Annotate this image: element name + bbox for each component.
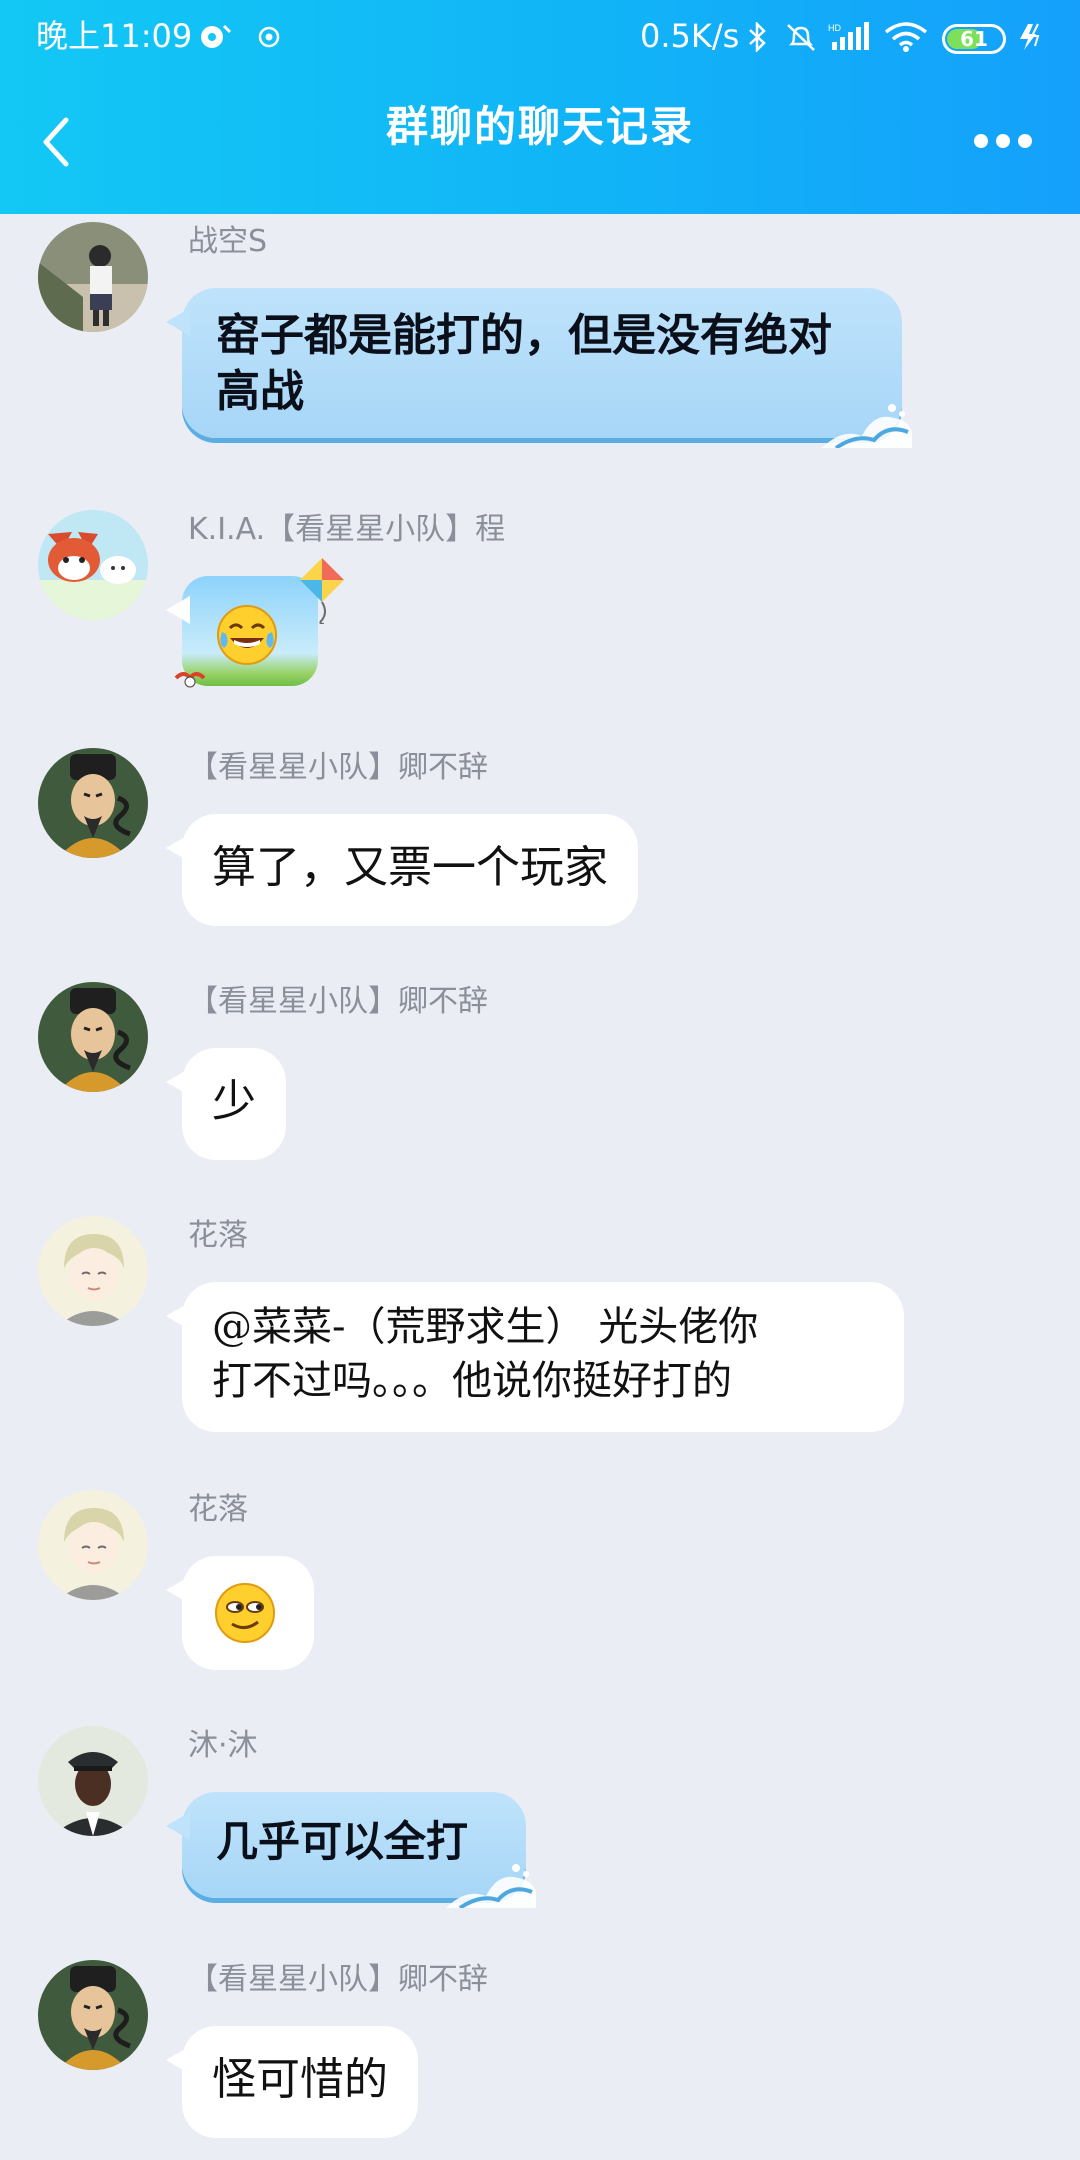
message-text: @菜菜-（荒野求生） 光头佬你 bbox=[212, 1304, 759, 1350]
message-bubble[interactable]: 窑子都是能打的，但是没有绝对 高战 bbox=[166, 288, 912, 448]
avatar[interactable] bbox=[38, 982, 148, 1092]
battery-indicator: 61 bbox=[942, 24, 1006, 54]
message-bubble[interactable]: 少 bbox=[166, 1048, 286, 1160]
sender-name: 【看星星小队】卿不辞 bbox=[188, 750, 488, 785]
message-text: 窑子都是能打的，但是没有绝对 bbox=[216, 310, 832, 361]
message-item: 沐·沐 几乎可以全打 bbox=[0, 1726, 1080, 1916]
child-photo-avatar bbox=[38, 222, 148, 332]
message-bubble[interactable] bbox=[166, 558, 344, 688]
wave-decoration-icon bbox=[446, 1864, 536, 1908]
message-text: 打不过吗。。。他说你挺好打的 bbox=[212, 1358, 732, 1404]
sender-name: 花落 bbox=[188, 1218, 248, 1253]
avatar[interactable] bbox=[38, 1960, 148, 2070]
sender-name: 战空S bbox=[188, 224, 268, 259]
wifi-icon bbox=[884, 22, 928, 52]
sender-name: 【看星星小队】卿不辞 bbox=[188, 1962, 488, 1997]
message-text: 少 bbox=[212, 1076, 256, 1127]
sender-name: K.I.A.【看星星小队】程 bbox=[188, 512, 506, 547]
more-dot bbox=[996, 134, 1010, 148]
avatar[interactable] bbox=[38, 1726, 148, 1836]
location-icon bbox=[258, 26, 280, 48]
bird-decoration-icon bbox=[174, 672, 206, 688]
message-item: 【看星星小队】卿不辞 算了，又票一个玩家 bbox=[0, 748, 1080, 938]
ancient-official-avatar bbox=[38, 1960, 148, 2070]
smirk-emoji bbox=[214, 1582, 276, 1644]
avatar[interactable] bbox=[38, 1216, 148, 1326]
notification-icon bbox=[201, 24, 232, 48]
page-title: 群聊的聊天记录 bbox=[385, 102, 694, 151]
avatar[interactable] bbox=[38, 222, 148, 332]
message-text: 怪可惜的 bbox=[212, 2054, 388, 2105]
message-text: 高战 bbox=[216, 366, 304, 417]
message-item: K.I.A.【看星星小队】程 bbox=[0, 510, 1080, 710]
red-panda-cartoon-avatar bbox=[38, 510, 148, 620]
sender-name: 花落 bbox=[188, 1492, 248, 1527]
status-time: 晚上11:09 bbox=[36, 17, 193, 55]
message-item: 【看星星小队】卿不辞 怪可惜的 bbox=[0, 1960, 1080, 2150]
network-speed: 0.5K/s bbox=[640, 17, 740, 55]
sender-name: 沐·沐 bbox=[188, 1728, 258, 1763]
wave-decoration-icon bbox=[822, 404, 912, 448]
svg-text:HD: HD bbox=[828, 23, 841, 33]
avatar[interactable] bbox=[38, 748, 148, 858]
message-item: 【看星星小队】卿不辞 少 bbox=[0, 982, 1080, 1172]
avatar[interactable] bbox=[38, 510, 148, 620]
ancient-official-avatar bbox=[38, 748, 148, 858]
signal-icon: HD bbox=[828, 22, 869, 50]
charging-icon bbox=[1020, 23, 1040, 50]
anime-boy-avatar bbox=[38, 1490, 148, 1600]
message-item: 花落 bbox=[0, 1490, 1080, 1680]
message-bubble[interactable]: @菜菜-（荒野求生） 光头佬你 打不过吗。。。他说你挺好打的 bbox=[166, 1282, 904, 1432]
message-bubble[interactable]: 怪可惜的 bbox=[166, 2026, 418, 2138]
more-options-button[interactable] bbox=[970, 128, 1036, 154]
top-header: 晚上11:09 0.5K/s HD 61 群聊的聊天记录 bbox=[0, 0, 1080, 214]
status-bar: 晚上11:09 0.5K/s HD 61 bbox=[0, 0, 1080, 78]
message-bubble[interactable] bbox=[166, 1556, 314, 1670]
anime-boy-avatar bbox=[38, 1216, 148, 1326]
message-text: 算了，又票一个玩家 bbox=[212, 842, 608, 893]
sender-name: 【看星星小队】卿不辞 bbox=[188, 984, 488, 1019]
avatar[interactable] bbox=[38, 1490, 148, 1600]
more-dot bbox=[1018, 134, 1032, 148]
bluetooth-icon bbox=[749, 22, 766, 52]
kite-decoration-icon bbox=[300, 558, 344, 624]
message-item: 战空S 窑子都是能打的，但是没有绝对 高战 bbox=[0, 222, 1080, 462]
more-dot bbox=[974, 134, 988, 148]
ancient-official-avatar bbox=[38, 982, 148, 1092]
tears-of-joy-emoji bbox=[216, 604, 278, 666]
message-item: 花落 @菜菜-（荒野求生） 光头佬你 打不过吗。。。他说你挺好打的 bbox=[0, 1216, 1080, 1446]
message-bubble[interactable]: 几乎可以全打 bbox=[166, 1792, 536, 1908]
mute-bell-icon bbox=[787, 24, 815, 51]
pallbearer-avatar bbox=[38, 1726, 148, 1836]
message-bubble[interactable]: 算了，又票一个玩家 bbox=[166, 814, 638, 926]
battery-level-text: 61 bbox=[960, 27, 988, 51]
